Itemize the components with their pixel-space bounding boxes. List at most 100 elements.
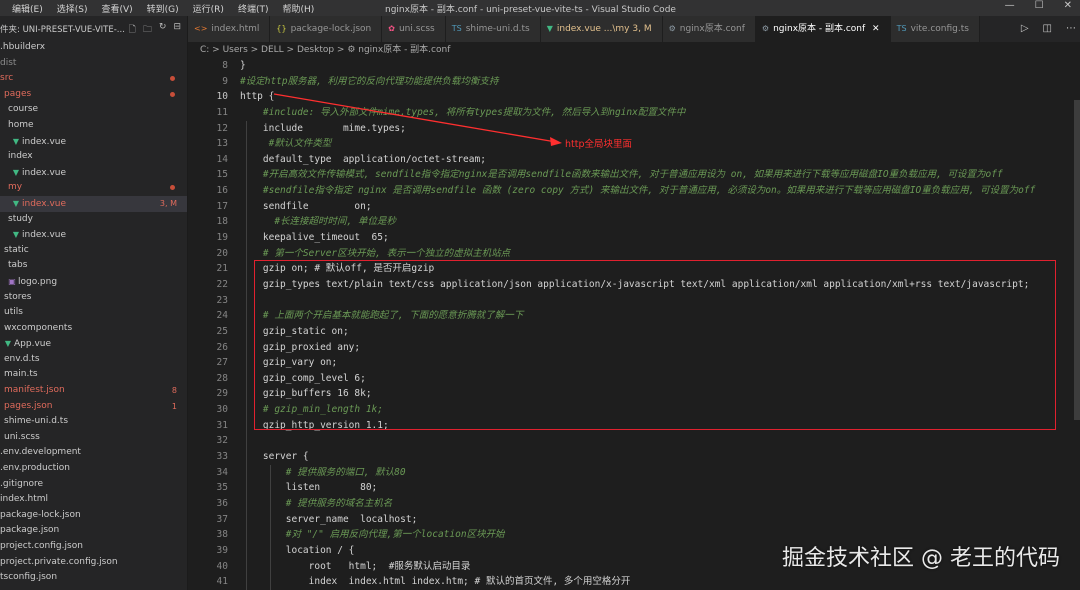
file-item[interactable]: pages.json 1	[0, 399, 187, 415]
editor-tab[interactable]: ⚙ nginx原本 - 副本.conf ✕	[755, 16, 891, 42]
file-item[interactable]: package.json	[0, 523, 187, 539]
folder-item[interactable]: .hbuilderx	[0, 40, 187, 56]
file-item[interactable]: ▼ index.vue	[0, 165, 187, 181]
code-line[interactable]: index index.html index.htm; # 默认的首页文件, 多…	[240, 574, 1076, 590]
file-item[interactable]: .env.production	[0, 461, 187, 477]
code-line[interactable]: gzip_vary on;	[240, 355, 1076, 371]
code-line[interactable]: http {	[240, 89, 1076, 105]
file-item[interactable]: project.config.json	[0, 539, 187, 555]
file-item[interactable]: env.d.ts	[0, 352, 187, 368]
folder-item[interactable]: stores	[0, 290, 187, 306]
code-lines[interactable]: } #设定http服务器, 利用它的反向代理功能提供负载均衡支持 http { #i…	[240, 58, 1076, 590]
code-line[interactable]: # 第一个Server区块开始, 表示一个独立的虚拟主机站点	[240, 246, 1076, 262]
run-icon[interactable]: ▷	[1021, 23, 1029, 34]
editor-tab[interactable]: ⚙ nginx原本.conf	[662, 16, 756, 42]
code-line[interactable]: gzip_buffers 16 8k;	[240, 386, 1076, 402]
menu-item[interactable]: 帮助(H)	[282, 2, 314, 15]
folder-item[interactable]: tabs	[0, 258, 187, 274]
code-line[interactable]: server {	[240, 449, 1076, 465]
file-item[interactable]: index.html	[0, 492, 187, 508]
folder-item[interactable]: wxcomponents	[0, 321, 187, 337]
split-editor-icon[interactable]: ◫	[1043, 23, 1052, 34]
code-line[interactable]: gzip_comp_level 6;	[240, 371, 1076, 387]
file-item[interactable]: ▼ index.vue	[0, 134, 187, 150]
code-line[interactable]: #开启高效文件传输模式, sendfile指令指定nginx是否调用sendfi…	[240, 167, 1076, 183]
code-line[interactable]: server_name localhost;	[240, 512, 1076, 528]
code-line[interactable]: default_type application/octet-stream;	[240, 152, 1076, 168]
code-line[interactable]: #include: 导入外部文件mime.types, 将所有types提取为文…	[240, 105, 1076, 121]
menu-item[interactable]: 编辑(E)	[12, 2, 43, 15]
tree-item-label: course	[8, 104, 39, 115]
vue-icon: ▼	[12, 230, 20, 240]
folder-item[interactable]: src	[0, 71, 187, 87]
code-line[interactable]: sendfile on;	[240, 199, 1076, 215]
file-item[interactable]: uni.scss	[0, 430, 187, 446]
file-item[interactable]: shime-uni.d.ts	[0, 414, 187, 430]
refresh-icon[interactable]: ↻	[159, 22, 167, 38]
code-line[interactable]: listen 80;	[240, 480, 1076, 496]
editor-tab[interactable]: TS shime-uni.d.ts	[445, 16, 541, 42]
code-line[interactable]: gzip_types text/plain text/css applicati…	[240, 277, 1076, 293]
folder-item[interactable]: index	[0, 149, 187, 165]
file-item[interactable]: main.ts	[0, 367, 187, 383]
new-folder-icon[interactable]: 🗀	[143, 22, 152, 38]
code-line[interactable]	[240, 433, 1076, 449]
file-item[interactable]: .env.development	[0, 445, 187, 461]
maximize-icon[interactable]: ☐	[1035, 0, 1044, 11]
code-line[interactable]: # 提供服务的端口, 默认80	[240, 465, 1076, 481]
editor-tab[interactable]: ✿ uni.scss	[382, 16, 446, 42]
editor-scrollbar[interactable]	[1074, 100, 1080, 420]
folder-item[interactable]: study	[0, 212, 187, 228]
menu-item[interactable]: 转到(G)	[147, 2, 179, 15]
close-icon[interactable]: ✕	[1064, 0, 1072, 11]
menu-item[interactable]: 终端(T)	[238, 2, 269, 15]
code-line[interactable]: gzip_http_version 1.1;	[240, 418, 1076, 434]
file-item[interactable]: .gitignore	[0, 477, 187, 493]
file-item[interactable]: project.private.config.json	[0, 555, 187, 571]
editor-tab[interactable]: TS vite.config.ts	[890, 16, 980, 42]
file-item[interactable]: package-lock.json	[0, 508, 187, 524]
code-line[interactable]: # 提供服务的域名主机名	[240, 496, 1076, 512]
file-item[interactable]: manifest.json 8	[0, 383, 187, 399]
code-line[interactable]: # 上面两个开启基本就能跑起了, 下面的愿意折腾就了解一下	[240, 308, 1076, 324]
code-line[interactable]: #设定http服务器, 利用它的反向代理功能提供负载均衡支持	[240, 74, 1076, 90]
file-item[interactable]: ▣ logo.png	[0, 274, 187, 290]
new-file-icon[interactable]: 🗋	[129, 22, 136, 38]
code-line[interactable]: gzip on; # 默认off, 是否开启gzip	[240, 261, 1076, 277]
folder-item[interactable]: course	[0, 102, 187, 118]
code-editor[interactable]: 8 9 10 11 12 13 14 15 16 17 18 19 20 21 22 23 24 25 26 27 28…	[188, 58, 1080, 590]
breadcrumb[interactable]: C: > Users > DELL > Desktop > ⚙ nginx原本 …	[188, 42, 1080, 58]
editor-tab[interactable]: {} package-lock.json	[270, 16, 383, 42]
tree-item-label: pages	[4, 88, 32, 99]
code-line[interactable]: #默认文件类型	[240, 136, 1076, 152]
vue-icon: ▼	[546, 24, 553, 33]
folder-item[interactable]: dist	[0, 56, 187, 72]
code-line[interactable]: #长连接超时时间, 单位是秒	[240, 214, 1076, 230]
folder-item[interactable]: my	[0, 180, 187, 196]
folder-item[interactable]: pages	[0, 87, 187, 103]
file-item[interactable]: tsconfig.json	[0, 570, 187, 586]
code-line[interactable]: keepalive_timeout 65;	[240, 230, 1076, 246]
code-line[interactable]: gzip_proxied any;	[240, 340, 1076, 356]
editor-tab[interactable]: <> index.html	[188, 16, 271, 42]
code-line[interactable]: #sendfile指令指定 nginx 是否调用sendfile 函数 (zer…	[240, 183, 1076, 199]
code-line[interactable]: include mime.types;	[240, 121, 1076, 137]
file-item[interactable]: ▼ App.vue	[0, 336, 187, 352]
code-line[interactable]: # gzip_min_length 1k;	[240, 402, 1076, 418]
more-actions-icon[interactable]: ⋯	[1066, 23, 1076, 34]
minimize-icon[interactable]: —	[1005, 0, 1015, 11]
code-line[interactable]	[240, 293, 1076, 309]
code-line[interactable]: }	[240, 58, 1076, 74]
close-tab-icon[interactable]: ✕	[869, 24, 880, 34]
editor-tab[interactable]: ▼ index.vue ...\my 3, M	[540, 16, 663, 42]
menu-item[interactable]: 选择(S)	[57, 2, 88, 15]
code-line[interactable]: gzip_static on;	[240, 324, 1076, 340]
folder-item[interactable]: static	[0, 243, 187, 259]
folder-item[interactable]: utils	[0, 305, 187, 321]
collapse-all-icon[interactable]: ⊟	[173, 22, 181, 38]
file-item[interactable]: ▼ index.vue 3, M	[0, 195, 187, 212]
menu-item[interactable]: 运行(R)	[193, 2, 224, 15]
file-item[interactable]: ▼ index.vue	[0, 227, 187, 243]
menu-item[interactable]: 查看(V)	[101, 2, 132, 15]
folder-item[interactable]: home	[0, 118, 187, 134]
